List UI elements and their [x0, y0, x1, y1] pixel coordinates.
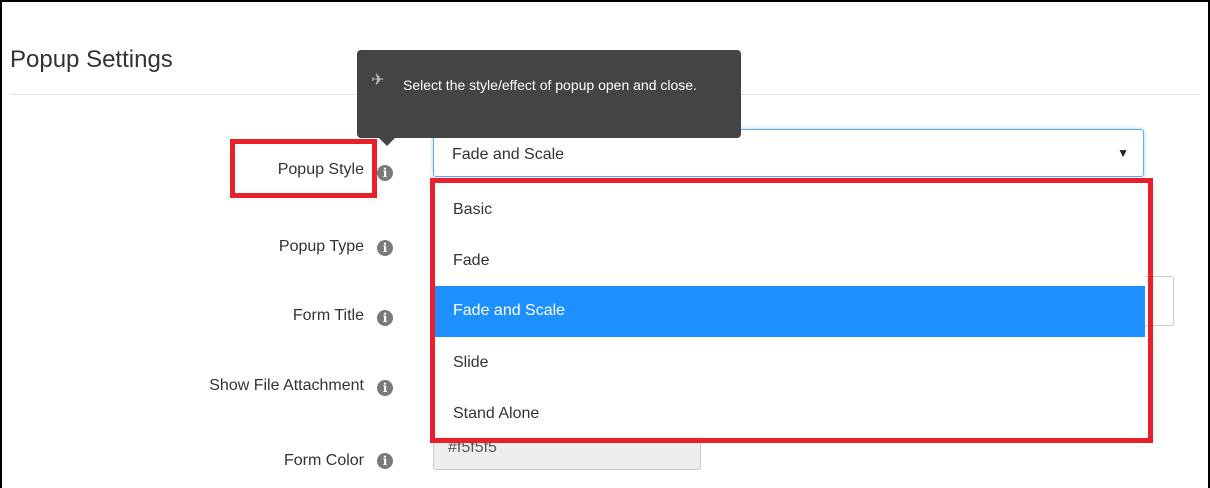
form-title-label: Form Title [292, 307, 364, 324]
pin-icon: ✈ [371, 72, 385, 89]
highlight-box-label [230, 139, 377, 198]
tooltip-arrow [379, 138, 395, 146]
info-icon[interactable]: i [377, 240, 393, 256]
show-file-attachment-label: Show File Attachment [209, 377, 364, 394]
popup-style-selected-value: Fade and Scale [452, 146, 565, 163]
caret-down-icon: ▼ [1117, 146, 1129, 160]
info-icon[interactable]: i [377, 165, 393, 181]
popup-type-label: Popup Type [278, 238, 364, 255]
form-color-label: Form Color [283, 452, 364, 469]
info-icon[interactable]: i [377, 453, 393, 469]
tooltip: ✈ Select the style/effect of popup open … [357, 50, 741, 146]
highlight-box-dropdown [430, 178, 1153, 443]
info-icon[interactable]: i [377, 310, 393, 326]
page-title: Popup Settings [10, 46, 173, 73]
info-icon[interactable]: i [377, 380, 393, 396]
tooltip-text: Select the style/effect of popup open an… [403, 77, 697, 93]
